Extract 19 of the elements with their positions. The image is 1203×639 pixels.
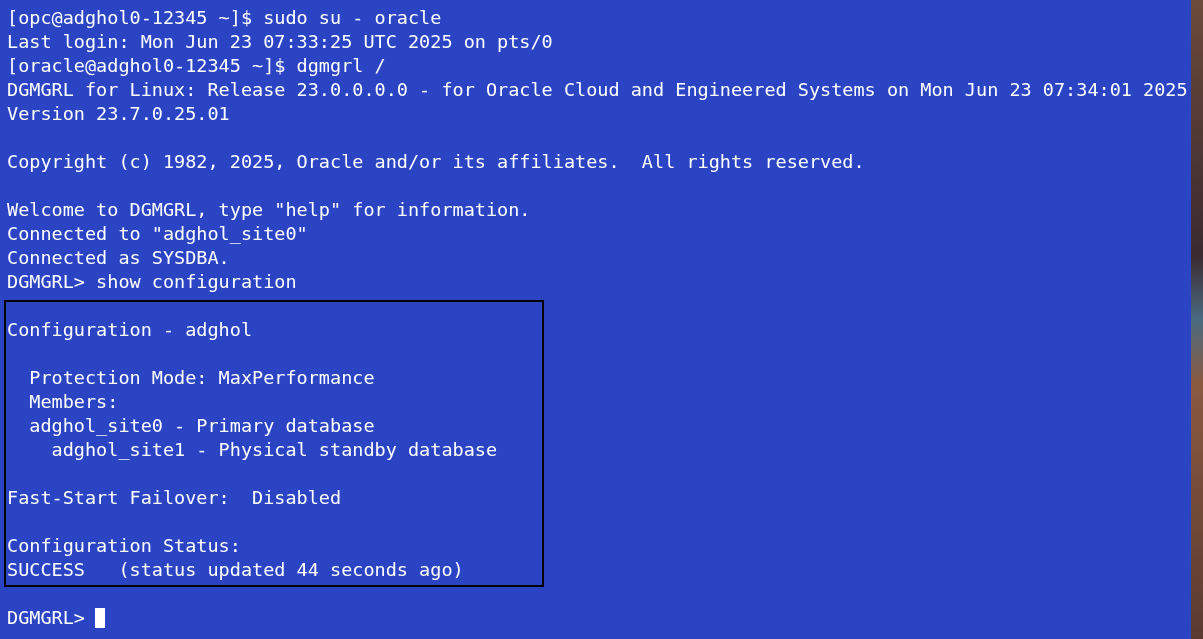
prompt-text: DGMGRL> bbox=[7, 606, 85, 630]
terminal-line: adghol_site1 - Physical standby database bbox=[50, 438, 499, 462]
terminal-line: Fast-Start Failover: Disabled bbox=[6, 486, 343, 510]
terminal-line: Configuration Status: bbox=[6, 534, 242, 558]
terminal-line: SUCCESS (status updated 44 seconds ago) bbox=[6, 558, 465, 582]
terminal-line: Copyright (c) 1982, 2025, Oracle and/or its affiliates. All rights reserved. bbox=[6, 150, 866, 174]
terminal-line: [opc@adghol0-12345 ~]$ sudo su - oracle bbox=[6, 6, 443, 30]
terminal-line: adghol_site0 - Primary database bbox=[28, 414, 376, 438]
terminal-line: Last login: Mon Jun 23 07:33:25 UTC 2025 on pts/0 bbox=[6, 30, 554, 54]
terminal-line: Members: bbox=[28, 390, 120, 414]
terminal-line: Protection Mode: MaxPerformance bbox=[28, 366, 376, 390]
terminal-line: Welcome to DGMGRL, type "help" for information. bbox=[6, 198, 532, 222]
terminal-line: DGMGRL> show configuration bbox=[6, 270, 298, 294]
terminal-line: DGMGRL for Linux: Release 23.0.0.0.0 - for Oracle Cloud and Engineered Systems on Mon Jun 23 07:34:01 2025 bbox=[6, 78, 1189, 102]
terminal-line: [oracle@adghol0-12345 ~]$ dgmgrl / bbox=[6, 54, 387, 78]
terminal-line: Version 23.7.0.25.01 bbox=[6, 102, 231, 126]
terminal-line: Configuration - adghol bbox=[6, 318, 254, 342]
terminal-line: Connected to "adghol_site0" bbox=[6, 222, 309, 246]
terminal-line: Connected as SYSDBA. bbox=[6, 246, 231, 270]
